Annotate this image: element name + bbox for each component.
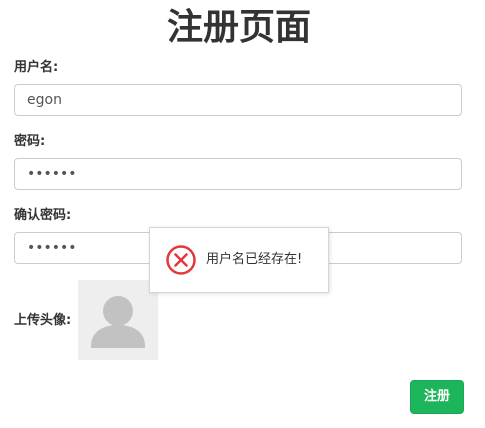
avatar-upload-label: 上传头像:: [14, 313, 72, 328]
username-label: 用户名:: [14, 60, 59, 75]
password-input[interactable]: ••••••: [14, 158, 462, 190]
register-button[interactable]: 注册: [410, 380, 464, 414]
page-title: 注册页面: [166, 7, 311, 48]
toast-message: 用户名已经存在!: [206, 252, 303, 267]
error-toast: 用户名已经存在!: [149, 227, 329, 293]
error-circle-x-icon: [166, 245, 196, 275]
avatar-upload[interactable]: [78, 280, 158, 360]
confirm-password-label: 确认密码:: [14, 208, 72, 223]
username-input[interactable]: egon: [14, 84, 462, 116]
default-avatar-icon: [91, 296, 145, 348]
password-label: 密码:: [14, 134, 46, 149]
